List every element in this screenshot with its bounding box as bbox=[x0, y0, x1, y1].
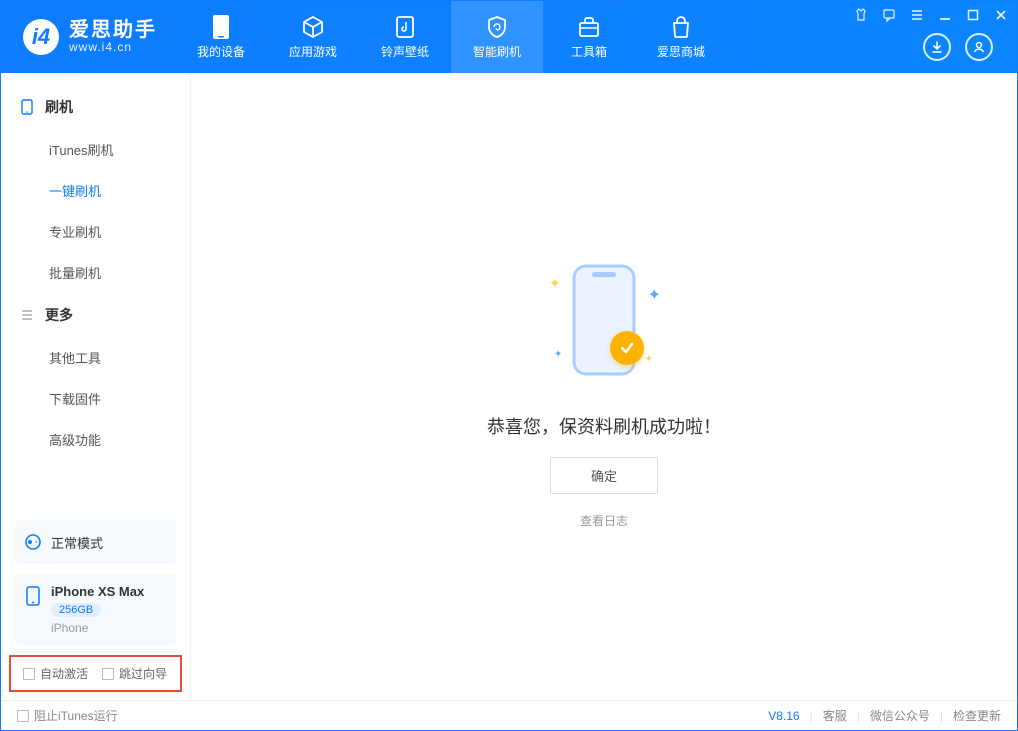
body: 刷机 iTunes刷机 一键刷机 专业刷机 批量刷机 更多 其他工具 下载固件 … bbox=[1, 73, 1017, 700]
tab-store[interactable]: 爱思商城 bbox=[635, 1, 727, 73]
sidebar: 刷机 iTunes刷机 一键刷机 专业刷机 批量刷机 更多 其他工具 下载固件 … bbox=[1, 73, 191, 700]
checkbox-label: 阻止iTunes运行 bbox=[34, 707, 118, 724]
titlebar: i4 爱思助手 www.i4.cn 我的设备 应用游戏 铃声壁纸 智能刷机 bbox=[1, 1, 1017, 73]
mode-label: 正常模式 bbox=[51, 533, 103, 552]
sidebar-item-pro-flash[interactable]: 专业刷机 bbox=[1, 211, 190, 252]
phone-icon bbox=[19, 99, 35, 115]
mode-icon bbox=[23, 532, 43, 552]
sidebar-item-batch-flash[interactable]: 批量刷机 bbox=[1, 252, 190, 293]
logo-icon: i4 bbox=[23, 19, 59, 55]
app-logo: i4 爱思助手 www.i4.cn bbox=[1, 19, 175, 55]
tab-label: 爱思商城 bbox=[657, 43, 705, 60]
statusbar: 阻止iTunes运行 V8.16 | 客服 | 微信公众号 | 检查更新 bbox=[1, 700, 1017, 730]
group-title: 更多 bbox=[45, 305, 73, 325]
checkbox-block-itunes[interactable]: 阻止iTunes运行 bbox=[17, 707, 118, 724]
user-button[interactable] bbox=[965, 33, 993, 61]
tab-my-device[interactable]: 我的设备 bbox=[175, 1, 267, 73]
checkbox-icon bbox=[17, 710, 29, 722]
checkbox-skip-guide[interactable]: 跳过向导 bbox=[102, 665, 167, 682]
device-model: iPhone bbox=[51, 621, 144, 635]
statusbar-left: 阻止iTunes运行 bbox=[17, 707, 118, 724]
bag-icon bbox=[669, 15, 693, 39]
success-message: 恭喜您，保资料刷机成功啦！ bbox=[487, 413, 721, 439]
toolbox-icon bbox=[577, 15, 601, 39]
version-label: V8.16 bbox=[768, 709, 799, 723]
sparkle-icon: ✦ bbox=[645, 354, 653, 365]
tab-label: 应用游戏 bbox=[289, 43, 337, 60]
menu-icon[interactable] bbox=[909, 7, 925, 23]
check-badge-icon bbox=[610, 331, 644, 365]
tab-label: 智能刷机 bbox=[473, 43, 521, 60]
sidebar-item-itunes-flash[interactable]: iTunes刷机 bbox=[1, 129, 190, 170]
update-link[interactable]: 检查更新 bbox=[953, 707, 1001, 724]
device-icon bbox=[209, 15, 233, 39]
tab-toolbox[interactable]: 工具箱 bbox=[543, 1, 635, 73]
shirt-icon[interactable] bbox=[853, 7, 869, 23]
tab-ringtone-wallpaper[interactable]: 铃声壁纸 bbox=[359, 1, 451, 73]
mode-card[interactable]: 正常模式 bbox=[15, 520, 176, 564]
shield-refresh-icon bbox=[485, 15, 509, 39]
tab-smart-flash[interactable]: 智能刷机 bbox=[451, 1, 543, 73]
sidebar-item-oneclick-flash[interactable]: 一键刷机 bbox=[1, 170, 190, 211]
device-name: iPhone XS Max bbox=[51, 584, 144, 599]
separator: | bbox=[857, 709, 860, 723]
wechat-link[interactable]: 微信公众号 bbox=[870, 707, 930, 724]
support-link[interactable]: 客服 bbox=[823, 707, 847, 724]
app-window: { "header": { "app_name_cn": "爱思助手", "ap… bbox=[0, 0, 1018, 731]
separator: | bbox=[940, 709, 943, 723]
download-button[interactable] bbox=[923, 33, 951, 61]
sparkle-icon: ✦ bbox=[554, 349, 562, 360]
note-icon bbox=[393, 15, 417, 39]
sidebar-scroll: 刷机 iTunes刷机 一键刷机 专业刷机 批量刷机 更多 其他工具 下载固件 … bbox=[1, 73, 190, 514]
logo-text: 爱思助手 www.i4.cn bbox=[69, 19, 157, 54]
minimize-button[interactable] bbox=[937, 7, 953, 23]
sidebar-item-download-firmware[interactable]: 下载固件 bbox=[1, 378, 190, 419]
tab-label: 我的设备 bbox=[197, 43, 245, 60]
main-content: ✦ ✦ ✦ ✦ 恭喜您，保资料刷机成功啦！ 确定 查看日志 bbox=[191, 73, 1017, 700]
checkbox-label: 自动激活 bbox=[40, 665, 88, 682]
device-capacity: 256GB bbox=[51, 603, 101, 617]
checkbox-label: 跳过向导 bbox=[119, 665, 167, 682]
success-illustration: ✦ ✦ ✦ ✦ bbox=[529, 245, 679, 395]
tab-apps-games[interactable]: 应用游戏 bbox=[267, 1, 359, 73]
cube-icon bbox=[301, 15, 325, 39]
ok-button[interactable]: 确定 bbox=[550, 457, 658, 494]
statusbar-right: V8.16 | 客服 | 微信公众号 | 检查更新 bbox=[768, 707, 1001, 724]
feedback-icon[interactable] bbox=[881, 7, 897, 23]
device-info: iPhone XS Max 256GB iPhone bbox=[51, 584, 144, 635]
bottom-options: 自动激活 跳过向导 bbox=[9, 655, 182, 692]
close-button[interactable] bbox=[993, 7, 1009, 23]
app-name-en: www.i4.cn bbox=[69, 41, 157, 54]
sparkle-icon: ✦ bbox=[549, 275, 561, 292]
device-icon bbox=[23, 586, 43, 606]
group-title: 刷机 bbox=[45, 97, 73, 117]
view-log-link[interactable]: 查看日志 bbox=[580, 512, 628, 529]
checkbox-auto-activate[interactable]: 自动激活 bbox=[23, 665, 88, 682]
maximize-button[interactable] bbox=[965, 7, 981, 23]
window-controls bbox=[853, 7, 1009, 23]
checkbox-icon bbox=[102, 668, 114, 680]
checkbox-icon bbox=[23, 668, 35, 680]
sidebar-group-flash: 刷机 bbox=[1, 85, 190, 129]
sparkle-icon: ✦ bbox=[648, 285, 661, 305]
device-card[interactable]: iPhone XS Max 256GB iPhone bbox=[15, 574, 176, 645]
header-extra bbox=[923, 33, 993, 61]
sidebar-item-advanced[interactable]: 高级功能 bbox=[1, 419, 190, 460]
list-icon bbox=[19, 307, 35, 323]
app-name-cn: 爱思助手 bbox=[69, 19, 157, 41]
tab-label: 工具箱 bbox=[571, 43, 607, 60]
sidebar-item-other-tools[interactable]: 其他工具 bbox=[1, 337, 190, 378]
top-tabs: 我的设备 应用游戏 铃声壁纸 智能刷机 工具箱 爱思商城 bbox=[175, 1, 727, 73]
tab-label: 铃声壁纸 bbox=[381, 43, 429, 60]
separator: | bbox=[810, 709, 813, 723]
sidebar-group-more: 更多 bbox=[1, 293, 190, 337]
